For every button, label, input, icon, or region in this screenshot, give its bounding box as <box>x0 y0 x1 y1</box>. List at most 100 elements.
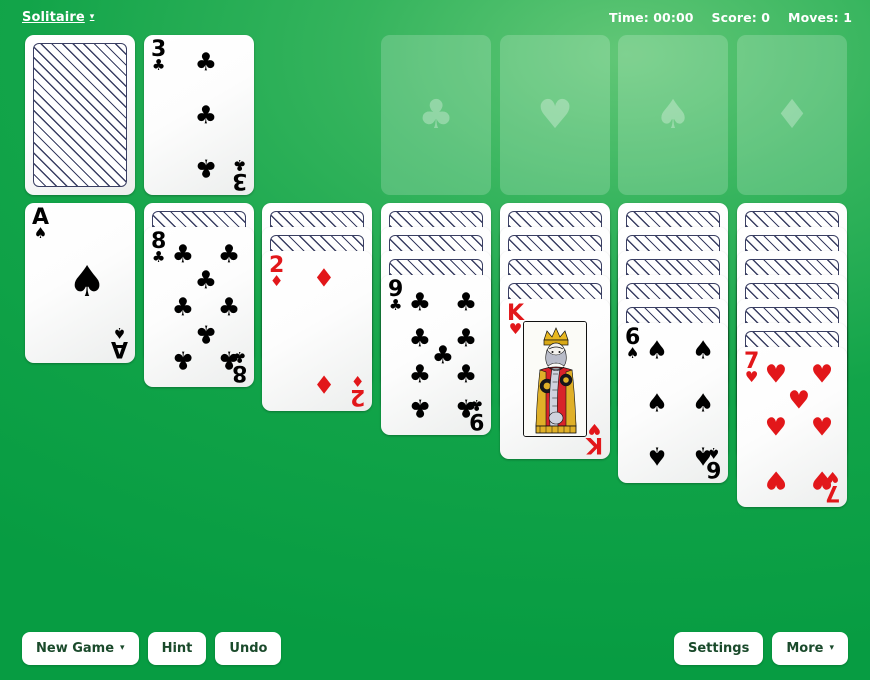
stock-pile[interactable] <box>25 35 135 195</box>
hint-label: Hint <box>161 640 193 656</box>
timer-label: Time: 00:00 <box>608 9 694 25</box>
clubs-pip-icon: ♣ <box>194 265 218 295</box>
card-corner-index: A ♠ <box>32 206 49 243</box>
card-pip-layout: ♦ ♦ <box>288 259 360 403</box>
diamonds-pip-icon: ♦ <box>312 263 336 293</box>
card-pip-layout: ♥ ♥ ♥ ♥ ♥ ♥ ♥ <box>763 355 835 499</box>
diamonds-icon: ♦ <box>774 92 810 138</box>
more-button[interactable]: More ▾ <box>772 631 848 665</box>
foundation-slot-diamonds[interactable]: ♦ <box>737 35 847 195</box>
card-corner-index: 7 ♥ <box>744 350 759 387</box>
bottom-toolbar: New Game ▾ Hint Undo Settings More ▾ <box>0 616 870 680</box>
clubs-icon: ♣ <box>151 248 166 267</box>
spades-pip-icon: ♠ <box>645 335 669 365</box>
card-corner-index: 8 ♣ <box>151 230 166 267</box>
top-status-bar: Solitaire ▾ Time: 00:00 Score: 0 Moves: … <box>0 0 870 34</box>
score-label: Score: 0 <box>711 9 771 25</box>
hearts-icon: ♥ <box>587 419 602 438</box>
settings-label: Settings <box>687 640 750 656</box>
moves-label: Moves: 1 <box>788 9 852 25</box>
diamonds-pip-icon: ♦ <box>312 369 336 399</box>
foundation-slot-hearts[interactable]: ♥ <box>500 35 610 195</box>
clubs-pip-icon: ♣ <box>217 345 241 375</box>
clubs-pip-icon: ♣ <box>194 319 218 349</box>
spades-pip-icon: ♠ <box>691 441 715 471</box>
clubs-pip-icon: ♣ <box>454 393 478 423</box>
clubs-pip-icon: ♣ <box>454 287 478 317</box>
chevron-down-icon: ▾ <box>829 642 834 653</box>
undo-label: Undo <box>229 640 268 656</box>
card-pip-layout: ♣ ♣ ♣ <box>170 43 242 187</box>
clubs-pip-icon: ♣ <box>408 287 432 317</box>
spades-pip-icon: ♠ <box>645 441 669 471</box>
hint-button[interactable]: Hint <box>147 631 207 665</box>
spades-pip-icon: ♠ <box>67 257 107 307</box>
hearts-icon: ♥ <box>744 368 759 387</box>
tableau-card-7-hearts[interactable]: 7 ♥ 7 ♥ ♥ ♥ ♥ ♥ ♥ ♥ ♥ <box>737 347 847 507</box>
hearts-icon: ♥ <box>537 92 573 138</box>
spades-icon: ♠ <box>625 344 640 363</box>
tableau-card-6-spades[interactable]: 6 ♠ 6 ♠ ♠ ♠ ♠ ♠ ♠ ♠ <box>618 323 728 483</box>
chevron-down-icon: ▾ <box>89 11 95 22</box>
spades-pip-icon: ♠ <box>691 388 715 418</box>
game-stats: Time: 00:00 Score: 0 Moves: 1 <box>609 10 852 25</box>
hearts-pip-icon: ♥ <box>810 412 834 442</box>
card-corner-index: 6 ♠ <box>625 326 640 363</box>
hearts-pip-icon: ♥ <box>810 359 834 389</box>
clubs-icon: ♣ <box>151 56 166 75</box>
tableau-card-8-clubs[interactable]: 8 ♣ 8 ♣ ♣ ♣ ♣ ♣ ♣ ♣ ♣ ♣ <box>144 227 254 387</box>
clubs-pip-icon: ♣ <box>194 153 218 183</box>
hearts-pip-icon: ♥ <box>787 385 811 415</box>
hearts-pip-icon: ♥ <box>810 465 834 495</box>
tableau-card-A-spades[interactable]: A ♠ A ♠ ♠ <box>25 203 135 363</box>
left-button-group: New Game ▾ Hint Undo <box>22 631 282 665</box>
hearts-icon: ♥ <box>508 320 523 339</box>
spades-icon: ♠ <box>33 224 48 243</box>
foundation-slot-spades[interactable]: ♠ <box>618 35 728 195</box>
clubs-pip-icon: ♣ <box>408 323 432 353</box>
clubs-pip-icon: ♣ <box>171 345 195 375</box>
clubs-pip-icon: ♣ <box>194 100 218 130</box>
card-corner-index: 3 ♣ <box>151 38 166 75</box>
chevron-down-icon: ▾ <box>120 642 125 653</box>
card-pip-layout: ♠ <box>51 211 123 355</box>
card-corner-index: 2 ♦ <box>269 254 284 289</box>
new-game-button[interactable]: New Game ▾ <box>22 631 139 665</box>
clubs-icon: ♣ <box>418 92 454 138</box>
clubs-pip-icon: ♣ <box>217 292 241 322</box>
clubs-icon: ♣ <box>388 296 403 315</box>
right-button-group: Settings More ▾ <box>673 631 848 665</box>
spades-pip-icon: ♠ <box>645 388 669 418</box>
clubs-pip-icon: ♣ <box>194 47 218 77</box>
settings-button[interactable]: Settings <box>673 631 764 665</box>
solitaire-menu-button[interactable]: Solitaire ▾ <box>22 10 94 25</box>
hearts-pip-icon: ♥ <box>764 412 788 442</box>
brand-label: Solitaire <box>22 9 85 25</box>
hearts-pip-icon: ♥ <box>764 465 788 495</box>
tableau-card-K-hearts[interactable]: K ♥ K ♥ <box>500 299 610 459</box>
card-corner-index: K ♥ <box>507 302 524 339</box>
court-card-illustration <box>523 321 587 437</box>
card-corner-index: 9 ♣ <box>388 278 403 315</box>
clubs-pip-icon: ♣ <box>454 323 478 353</box>
foundation-slot-clubs[interactable]: ♣ <box>381 35 491 195</box>
clubs-pip-icon: ♣ <box>217 239 241 269</box>
card-pip-layout: ♣ ♣ ♣ ♣ ♣ ♣ ♣ ♣ ♣ <box>407 283 479 427</box>
clubs-pip-icon: ♣ <box>171 292 195 322</box>
game-board: Solitaire ▾ Time: 00:00 Score: 0 Moves: … <box>0 0 870 680</box>
clubs-pip-icon: ♣ <box>171 239 195 269</box>
spades-icon: ♠ <box>655 92 691 138</box>
tableau-card-2-diamonds[interactable]: 2 ♦ 2 ♦ ♦ ♦ <box>262 251 372 411</box>
waste-pile-card[interactable]: 3 ♣ 3 ♣ ♣ ♣ ♣ <box>144 35 254 195</box>
card-pip-layout: ♣ ♣ ♣ ♣ ♣ ♣ ♣ ♣ <box>170 235 242 379</box>
more-label: More <box>786 640 824 656</box>
clubs-pip-icon: ♣ <box>408 393 432 423</box>
card-corner-index: K ♥ <box>586 419 603 457</box>
clubs-pip-icon: ♣ <box>408 359 432 389</box>
hearts-pip-icon: ♥ <box>764 359 788 389</box>
new-game-label: New Game <box>36 640 115 656</box>
undo-button[interactable]: Undo <box>215 631 282 665</box>
spades-pip-icon: ♠ <box>691 335 715 365</box>
tableau-card-9-clubs[interactable]: 9 ♣ 9 ♣ ♣ ♣ ♣ ♣ ♣ ♣ ♣ ♣ ♣ <box>381 275 491 435</box>
clubs-pip-icon: ♣ <box>454 359 478 389</box>
